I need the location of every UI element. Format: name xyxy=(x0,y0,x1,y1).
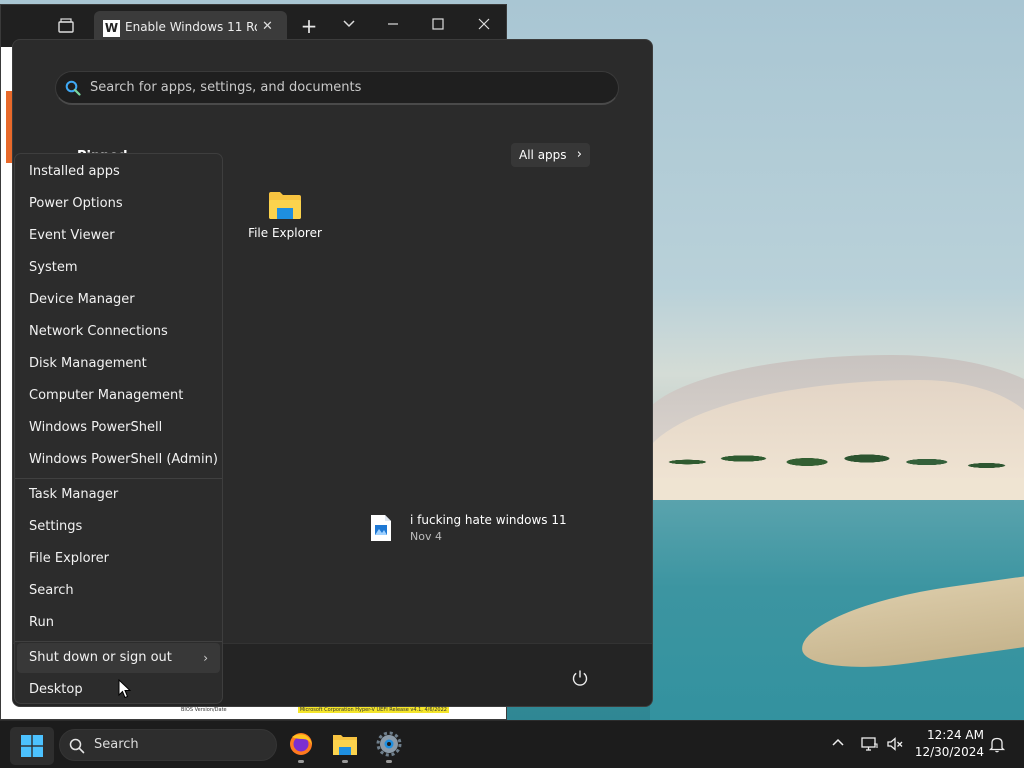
menu-item-search[interactable]: Search xyxy=(17,576,220,606)
menu-item-shut-down-or-sign-out[interactable]: Shut down or sign out › xyxy=(17,643,220,673)
file-explorer-icon xyxy=(333,735,357,755)
network-icon[interactable] xyxy=(860,735,878,753)
power-icon[interactable] xyxy=(571,669,589,687)
menu-item-event-viewer[interactable]: Event Viewer xyxy=(17,221,220,251)
tab-manager-icon[interactable] xyxy=(57,17,75,35)
taskbar-clock[interactable]: 12:24 AM 12/30/2024 xyxy=(908,727,984,761)
menu-item-settings[interactable]: Settings xyxy=(17,512,220,542)
running-indicator xyxy=(342,760,348,763)
menu-item-device-manager[interactable]: Device Manager xyxy=(17,285,220,315)
page-text-label: BIOS Version/Date xyxy=(181,707,227,713)
menu-item-power-options[interactable]: Power Options xyxy=(17,189,220,219)
running-indicator xyxy=(386,760,392,763)
menu-item-file-explorer[interactable]: File Explorer xyxy=(17,544,220,574)
tray-overflow-chevron-icon[interactable] xyxy=(829,735,847,753)
tab-favicon: W xyxy=(103,20,120,37)
folder-icon xyxy=(268,190,302,220)
recommended-item-date: Nov 4 xyxy=(410,530,442,543)
running-indicator xyxy=(298,760,304,763)
notification-bell-icon[interactable] xyxy=(988,735,1006,753)
search-icon xyxy=(69,738,85,754)
menu-item-disk-management[interactable]: Disk Management xyxy=(17,349,220,379)
clock-time: 12:24 AM xyxy=(927,728,984,742)
search-icon xyxy=(65,80,81,96)
chevron-right-icon: › xyxy=(576,147,582,162)
tab-list-chevron-icon[interactable] xyxy=(340,17,358,35)
taskbar: Search 12:24 AM 12/30/2024 xyxy=(0,720,1024,768)
menu-item-windows-powershell-admin[interactable]: Windows PowerShell (Admin) xyxy=(17,445,220,475)
recommended-item[interactable]: i fucking hate windows 11 Nov 4 xyxy=(370,512,590,548)
close-window-icon[interactable] xyxy=(475,17,493,35)
menu-item-installed-apps[interactable]: Installed apps xyxy=(17,157,220,187)
page-text-highlight: Microsoft Corporation Hyper-V UEFI Relea… xyxy=(297,707,449,713)
taskbar-app-settings[interactable] xyxy=(371,729,407,763)
minimize-icon[interactable] xyxy=(384,17,402,35)
taskbar-search-box[interactable]: Search xyxy=(59,729,277,761)
firefox-icon xyxy=(290,733,312,755)
all-apps-label: All apps xyxy=(519,148,567,162)
menu-separator xyxy=(15,478,222,479)
menu-item-windows-powershell[interactable]: Windows PowerShell xyxy=(17,413,220,443)
tab-title: Enable Windows 11 Rounded xyxy=(125,20,257,34)
image-file-icon xyxy=(371,515,391,541)
menu-item-network-connections[interactable]: Network Connections xyxy=(17,317,220,347)
menu-item-computer-management[interactable]: Computer Management xyxy=(17,381,220,411)
menu-separator xyxy=(15,641,222,642)
menu-item-task-manager[interactable]: Task Manager xyxy=(17,480,220,510)
new-tab-icon[interactable]: + xyxy=(300,16,318,36)
shutdown-label: Shut down or sign out xyxy=(29,650,172,665)
menu-item-system[interactable]: System xyxy=(17,253,220,283)
submenu-chevron-icon: › xyxy=(203,651,208,665)
maximize-icon[interactable] xyxy=(429,17,447,35)
start-search-box[interactable]: Search for apps, settings, and documents xyxy=(55,71,619,105)
clock-date: 12/30/2024 xyxy=(914,745,984,759)
start-search-placeholder: Search for apps, settings, and documents xyxy=(90,80,362,95)
settings-icon xyxy=(376,731,402,757)
winx-context-menu: Installed apps Power Options Event Viewe… xyxy=(14,153,223,704)
taskbar-app-file-explorer[interactable] xyxy=(327,729,363,763)
tab-close-icon[interactable]: ✕ xyxy=(262,19,273,34)
windows-logo-icon xyxy=(21,735,43,757)
all-apps-button[interactable]: All apps › xyxy=(511,143,590,167)
taskbar-search-placeholder: Search xyxy=(94,737,139,752)
taskbar-app-firefox[interactable] xyxy=(283,729,319,763)
menu-item-run[interactable]: Run xyxy=(17,608,220,638)
mouse-cursor-icon xyxy=(118,679,132,699)
recommended-item-name: i fucking hate windows 11 xyxy=(410,513,567,527)
volume-muted-icon[interactable] xyxy=(886,735,904,753)
page-content-strip: BIOS Version/Date Microsoft Corporation … xyxy=(181,707,471,719)
start-button[interactable] xyxy=(10,727,54,765)
pinned-app-file-explorer[interactable]: File Explorer xyxy=(245,190,325,240)
pinned-app-label: File Explorer xyxy=(248,226,322,240)
